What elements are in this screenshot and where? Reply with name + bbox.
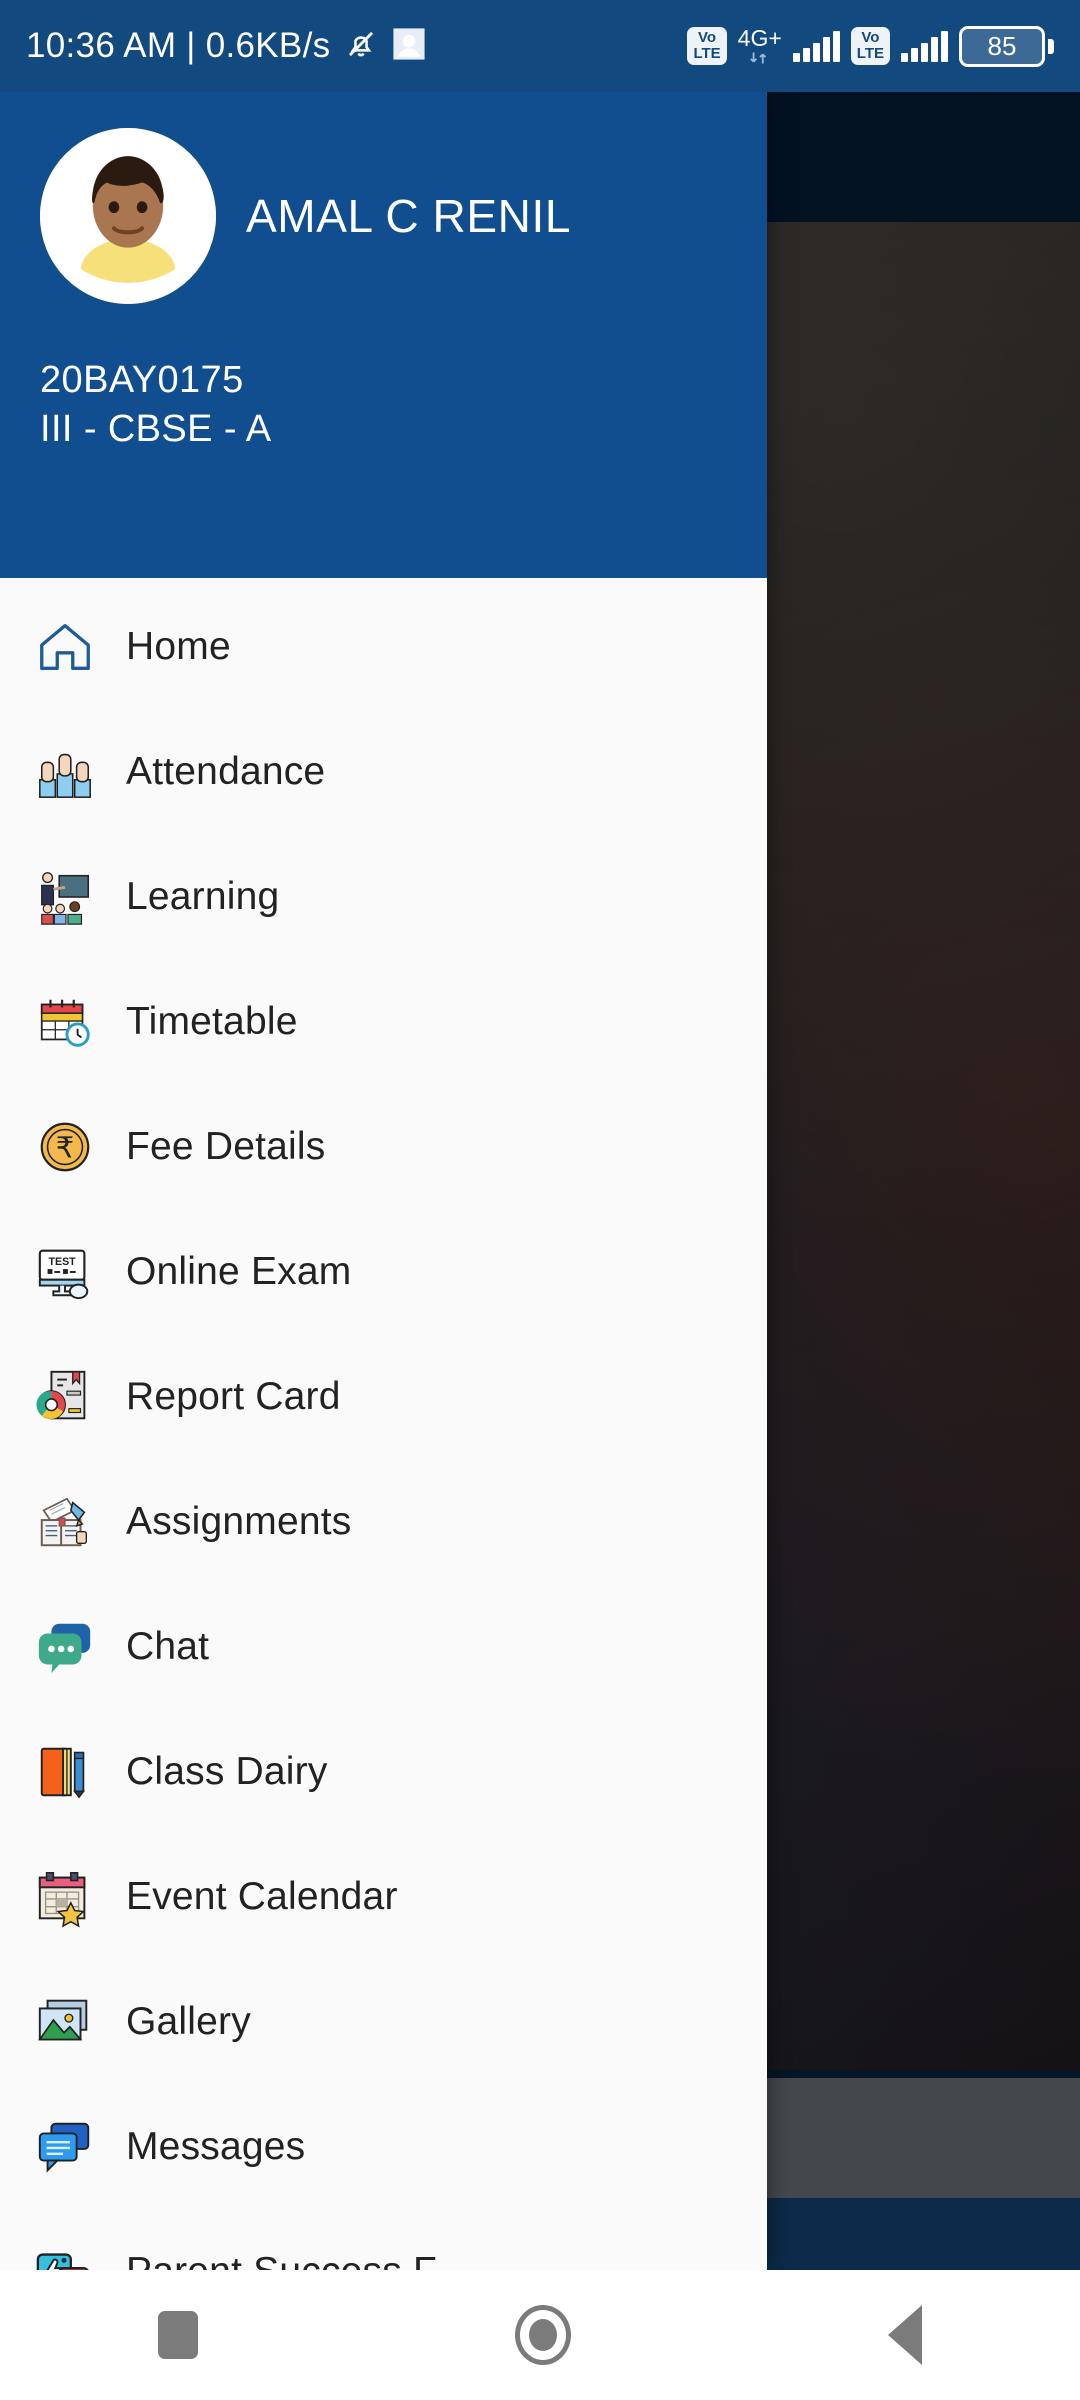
- menu-item-gallery[interactable]: Gallery: [0, 1959, 767, 2084]
- message-bubbles-icon: [34, 2116, 96, 2178]
- svg-text:TEST: TEST: [48, 1256, 76, 1268]
- menu-item-messages[interactable]: Messages: [0, 2084, 767, 2209]
- svg-text:₹: ₹: [56, 1132, 74, 1164]
- menu-item-label: Chat: [126, 1624, 210, 1668]
- phone-screen: - A) Timetable: [0, 0, 1080, 2400]
- book-pencil-icon: [34, 1491, 96, 1553]
- menu-item-class-dairy[interactable]: Class Dairy: [0, 1709, 767, 1834]
- menu-item-online-exam[interactable]: TEST Online Exam: [0, 1209, 767, 1334]
- menu-item-event-calendar[interactable]: Event Calendar: [0, 1834, 767, 1959]
- menu-item-label: Home: [126, 624, 231, 668]
- calendar-clock-icon: [34, 991, 96, 1053]
- menu-item-label: Timetable: [126, 999, 298, 1043]
- home-button[interactable]: [514, 2305, 571, 2365]
- status-bar: 10:36 AM | 0.6KB/s Vo LTE 4G+ Vo LTE 85: [0, 0, 1080, 92]
- rupee-coin-icon: ₹: [34, 1116, 96, 1178]
- profile-class-section: III - CBSE - A: [40, 407, 272, 450]
- report-chart-icon: [34, 1366, 96, 1428]
- battery-indicator: 85: [959, 25, 1054, 67]
- menu-item-label: Fee Details: [126, 1124, 326, 1168]
- drawer-menu: Home Attendance Learning Timetable ₹ Fee…: [0, 578, 767, 2270]
- menu-item-parent-success-feedback[interactable]: Parent Success F: [0, 2209, 767, 2270]
- signal-bars-1: [792, 30, 840, 62]
- menu-item-label: Messages: [126, 2124, 306, 2168]
- menu-item-attendance[interactable]: Attendance: [0, 709, 767, 834]
- profile-name: AMAL C RENIL: [246, 190, 572, 242]
- menu-item-label: Report Card: [126, 1374, 341, 1418]
- menu-item-label: Gallery: [126, 1999, 251, 2043]
- menu-item-fee-details[interactable]: ₹ Fee Details: [0, 1084, 767, 1209]
- test-monitor-icon: TEST: [34, 1241, 96, 1303]
- menu-item-label: Online Exam: [126, 1249, 352, 1293]
- orange-diary-icon: [34, 1741, 96, 1803]
- raised-hands-icon: [34, 741, 96, 803]
- battery-cap: [1048, 38, 1054, 54]
- home-icon: [34, 616, 96, 678]
- menu-item-chat[interactable]: Chat: [0, 1584, 767, 1709]
- network-type-indicator: 4G+: [738, 26, 782, 66]
- drawer-profile-header: AMAL C RENIL 20BAY0175 III - CBSE - A: [0, 92, 767, 578]
- recents-button[interactable]: [158, 2311, 199, 2359]
- avatar[interactable]: [40, 128, 216, 304]
- menu-item-label: Attendance: [126, 749, 326, 793]
- status-clock-network: 10:36 AM | 0.6KB/s: [26, 26, 331, 65]
- system-navigation-bar: [0, 2270, 1080, 2400]
- menu-item-label: Assignments: [126, 1499, 352, 1543]
- volte-badge-1: Vo LTE: [687, 27, 727, 65]
- battery-percent: 85: [959, 25, 1045, 67]
- chat-bubbles-icon: [34, 1616, 96, 1678]
- menu-item-timetable[interactable]: Timetable: [0, 959, 767, 1084]
- menu-item-label: Learning: [126, 874, 280, 918]
- volte-badge-2: Vo LTE: [850, 27, 890, 65]
- menu-item-assignments[interactable]: Assignments: [0, 1459, 767, 1584]
- profile-admission-no: 20BAY0175: [40, 359, 244, 401]
- navigation-drawer: AMAL C RENIL 20BAY0175 III - CBSE - A Ho…: [0, 92, 767, 2270]
- menu-item-label: Event Calendar: [126, 1874, 398, 1918]
- bell-muted-icon: [342, 25, 380, 68]
- thumbs-up-feedback-icon: [34, 2241, 96, 2270]
- menu-item-label: Class Dairy: [126, 1749, 328, 1793]
- signal-bars-2: [901, 30, 948, 62]
- back-button[interactable]: [887, 2305, 922, 2365]
- menu-item-report-card[interactable]: Report Card: [0, 1334, 767, 1459]
- notification-badge-icon: [392, 27, 426, 66]
- teacher-classroom-icon: [34, 866, 96, 928]
- photos-icon: [34, 1991, 96, 2053]
- menu-item-home[interactable]: Home: [0, 584, 767, 709]
- menu-item-label: Parent Success F: [126, 2250, 437, 2271]
- menu-item-learning[interactable]: Learning: [0, 834, 767, 959]
- calendar-star-icon: [34, 1866, 96, 1928]
